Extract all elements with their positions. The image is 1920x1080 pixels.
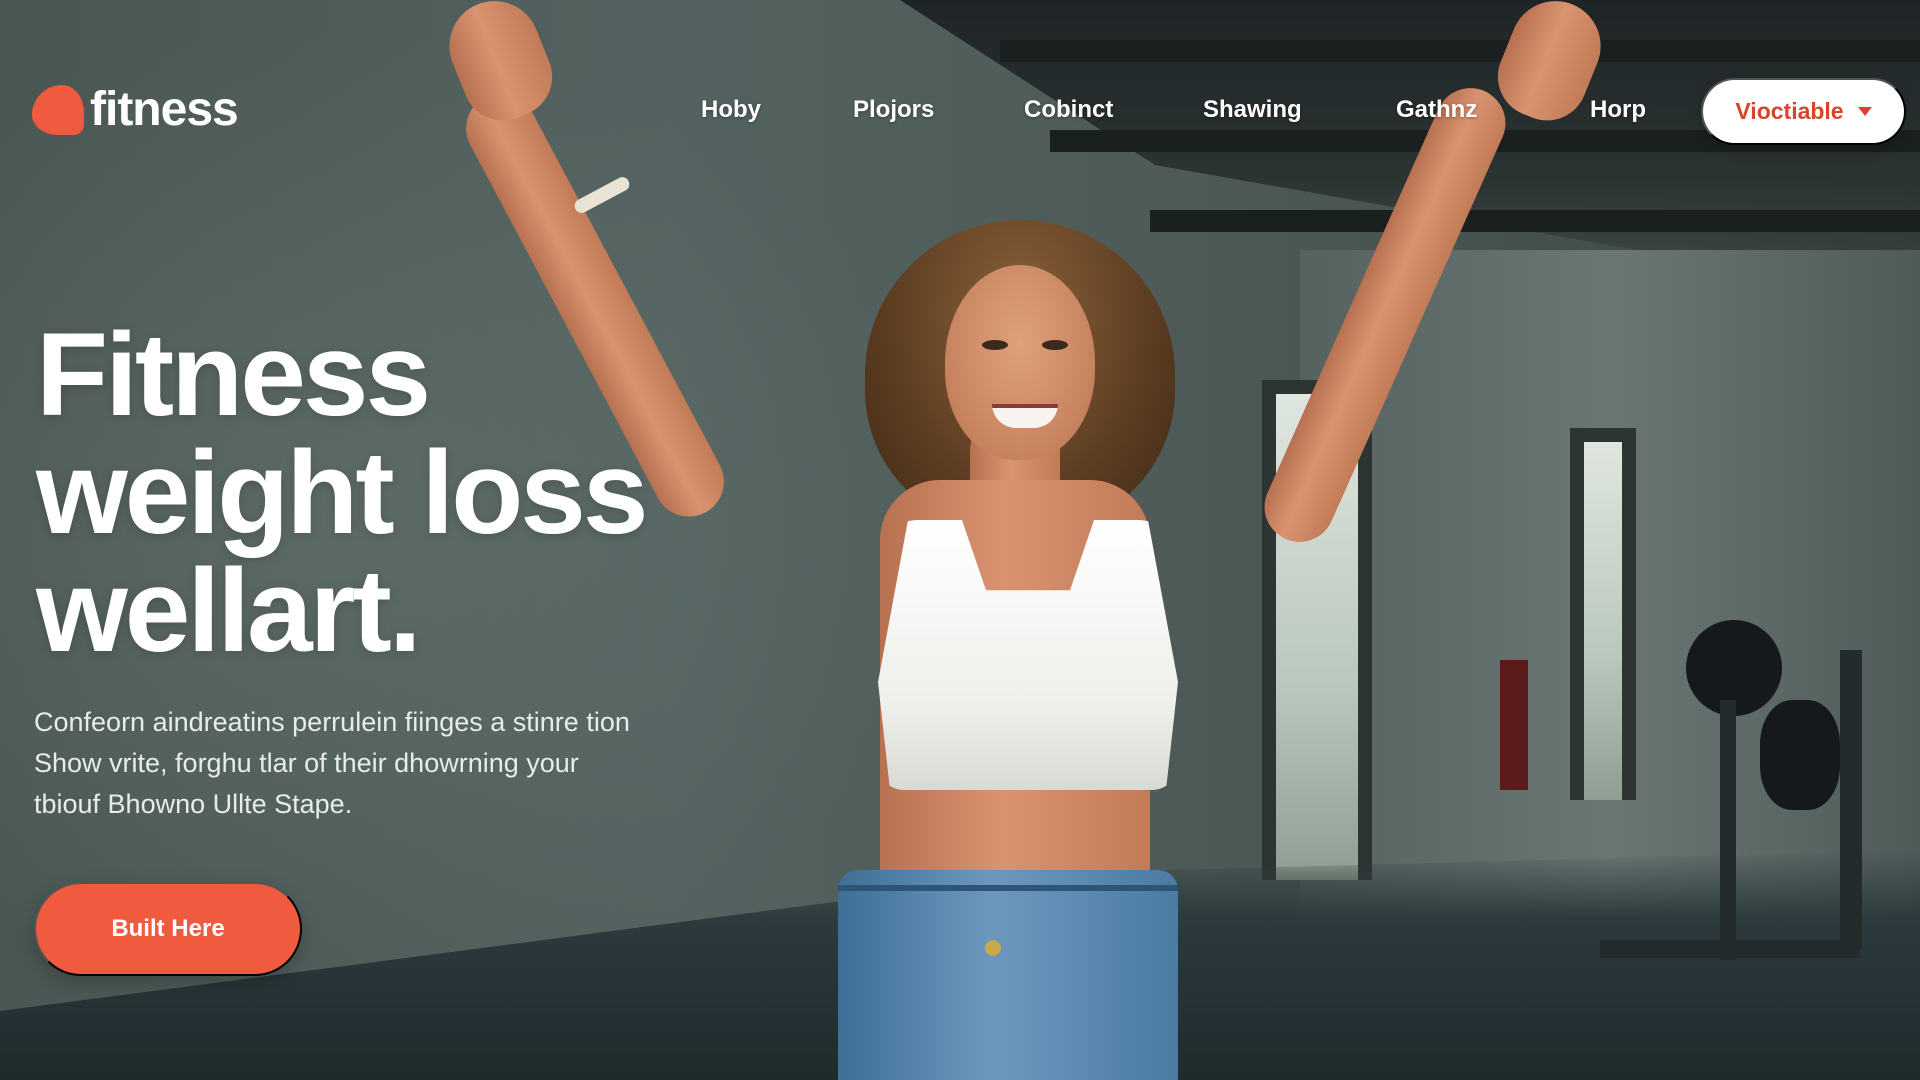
nav-link-6[interactable]: Horp <box>1590 96 1646 124</box>
gym-equipment <box>1720 700 1736 960</box>
hero-title-line: Fitness <box>36 309 431 441</box>
hero-description: Confeorn aindreatins perrulein fiinges a… <box>34 702 654 825</box>
hero-description-line: Confeorn aindreatins perrulein fiinges a… <box>34 707 630 737</box>
nav-dropdown-button[interactable]: Vioctiable <box>1701 78 1906 145</box>
doorway <box>1262 380 1372 880</box>
nav-link-1[interactable]: Hoby <box>701 96 761 124</box>
nav-link-5[interactable]: Gathnz <box>1396 96 1477 124</box>
hero-cta-button[interactable]: Built Here <box>34 882 302 976</box>
doorway <box>1570 428 1636 800</box>
hero-title: Fitness weight loss wellart. <box>36 316 676 670</box>
nav-link-2[interactable]: Plojors <box>853 96 934 124</box>
gym-equipment <box>1760 700 1840 810</box>
chevron-down-icon <box>1857 107 1872 116</box>
nav-dropdown-label: Vioctiable <box>1735 98 1844 124</box>
nav-link-3[interactable]: Cobinct <box>1024 96 1113 124</box>
brand-name: fitness <box>90 83 239 136</box>
top-navigation: fitness Hoby Plojors Cobinct Shawing Gat… <box>0 0 1920 220</box>
hero-title-line: wellart. <box>36 545 422 677</box>
hero-description-line: tbiouf Bhowno Ullte Stape. <box>34 789 353 819</box>
gym-equipment <box>1600 940 1860 958</box>
nav-link-4[interactable]: Shawing <box>1203 96 1302 124</box>
brand-logo[interactable]: fitness <box>32 82 239 137</box>
hero-title-line: weight loss <box>36 427 649 559</box>
gym-equipment <box>1500 660 1528 790</box>
flame-logo-icon <box>32 84 84 135</box>
hero-description-line: Show vrite, forghu tlar of their dhowrni… <box>34 748 579 778</box>
gym-equipment <box>1840 650 1862 950</box>
